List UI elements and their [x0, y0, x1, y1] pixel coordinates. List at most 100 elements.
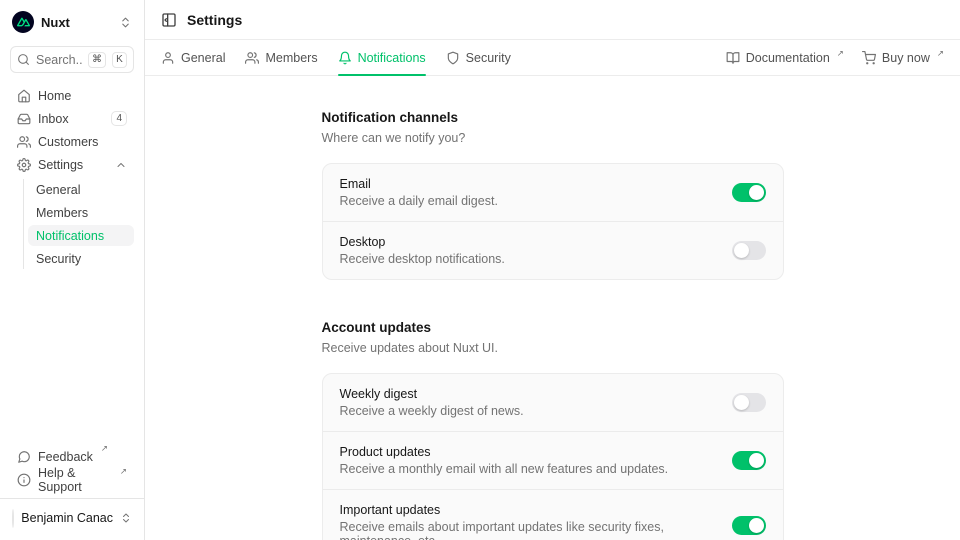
- tab-label: Security: [466, 51, 511, 65]
- page-title: Settings: [187, 12, 242, 28]
- chevrons-up-down-icon: [119, 16, 132, 29]
- tab-security[interactable]: Security: [446, 40, 511, 75]
- shopping-cart-icon: [862, 51, 876, 65]
- user-name: Benjamin Canac: [21, 511, 113, 525]
- settings-tabs: General Members Notifications Security: [161, 40, 511, 75]
- sidebar-item-security[interactable]: Security: [28, 248, 134, 269]
- sidebar-item-help-support[interactable]: Help & Support ↗: [10, 469, 134, 490]
- subnav-label: Security: [36, 252, 81, 266]
- content-scroll-area[interactable]: Notification channels Where can we notif…: [145, 76, 960, 540]
- setting-description: Receive a monthly email with all new fea…: [340, 462, 669, 476]
- workspace-switcher[interactable]: Nuxt: [10, 8, 134, 36]
- setting-description: Receive desktop notifications.: [340, 252, 505, 266]
- link-label: Buy now: [882, 51, 930, 65]
- sidebar-item-general[interactable]: General: [28, 179, 134, 200]
- setting-row-important-updates: Important updates Receive emails about i…: [323, 489, 783, 540]
- panel-left-close-icon: [161, 12, 177, 28]
- external-link-icon: ↗: [837, 49, 844, 58]
- sidebar-item-notifications[interactable]: Notifications: [28, 225, 134, 246]
- search-field[interactable]: [36, 53, 82, 67]
- settings-card: Weekly digest Receive a weekly digest of…: [322, 373, 784, 540]
- toggle-knob: [749, 453, 764, 468]
- toggle-knob: [734, 395, 749, 410]
- sidebar-collapse-button[interactable]: [161, 12, 177, 28]
- sidebar-footer: Feedback ↗ Help & Support ↗: [10, 446, 134, 498]
- sidebar-item-settings[interactable]: Settings: [10, 154, 134, 175]
- desktop-toggle[interactable]: [732, 241, 766, 260]
- gear-icon: [17, 158, 31, 172]
- sidebar-item-label: Help & Support: [38, 466, 112, 494]
- subnav-label: General: [36, 183, 80, 197]
- kbd-meta: ⌘: [88, 52, 106, 68]
- toggle-knob: [749, 518, 764, 533]
- sidebar-item-home[interactable]: Home: [10, 85, 134, 106]
- setting-row-desktop: Desktop Receive desktop notifications.: [323, 221, 783, 279]
- tabs-row: General Members Notifications Security D…: [145, 40, 960, 76]
- subnav-label: Members: [36, 206, 88, 220]
- tab-label: Members: [265, 51, 317, 65]
- important-updates-toggle[interactable]: [732, 516, 766, 535]
- external-link-icon: ↗: [120, 467, 127, 476]
- external-link-icon: ↗: [937, 49, 944, 58]
- buy-now-link[interactable]: Buy now ↗: [862, 51, 944, 65]
- section-description: Where can we notify you?: [322, 131, 784, 145]
- sidebar-item-label: Inbox: [38, 112, 69, 126]
- sidebar-item-customers[interactable]: Customers: [10, 131, 134, 152]
- weekly-digest-toggle[interactable]: [732, 393, 766, 412]
- page-header: Settings: [145, 0, 960, 40]
- users-icon: [17, 135, 31, 149]
- sidebar-item-inbox[interactable]: Inbox 4: [10, 108, 134, 129]
- search-input[interactable]: ⌘ K: [10, 46, 134, 73]
- setting-title: Product updates: [340, 445, 669, 459]
- shield-icon: [446, 51, 460, 65]
- tab-label: General: [181, 51, 225, 65]
- sidebar-item-label: Settings: [38, 158, 83, 172]
- product-updates-toggle[interactable]: [732, 451, 766, 470]
- setting-title: Email: [340, 177, 498, 191]
- setting-title: Desktop: [340, 235, 505, 249]
- workspace-name: Nuxt: [41, 15, 112, 30]
- content-column: Notification channels Where can we notif…: [322, 110, 784, 540]
- sidebar-item-members[interactable]: Members: [28, 202, 134, 223]
- sidebar-user-section: Benjamin Canac: [0, 498, 144, 532]
- book-open-icon: [726, 51, 740, 65]
- inbox-icon: [17, 112, 31, 126]
- inbox-count-badge: 4: [111, 111, 127, 126]
- setting-description: Receive emails about important updates l…: [340, 520, 716, 540]
- link-label: Documentation: [746, 51, 830, 65]
- setting-description: Receive a daily email digest.: [340, 194, 498, 208]
- documentation-link[interactable]: Documentation ↗: [726, 51, 844, 65]
- sidebar-item-label: Feedback: [38, 450, 93, 464]
- settings-card: Email Receive a daily email digest. Desk…: [322, 163, 784, 280]
- nuxt-logo-icon: [12, 11, 34, 33]
- sidebar-nav: Home Inbox 4 Customers Settings General …: [10, 85, 134, 269]
- sidebar: Nuxt ⌘ K Home Inbox 4 Customers Settings: [0, 0, 145, 540]
- avatar: [12, 509, 14, 528]
- tab-notifications[interactable]: Notifications: [338, 40, 426, 75]
- setting-row-weekly-digest: Weekly digest Receive a weekly digest of…: [323, 374, 783, 431]
- setting-description: Receive a weekly digest of news.: [340, 404, 524, 418]
- tab-members[interactable]: Members: [245, 40, 317, 75]
- tab-general[interactable]: General: [161, 40, 225, 75]
- external-link-icon: ↗: [101, 444, 108, 453]
- user-icon: [161, 51, 175, 65]
- tab-label: Notifications: [358, 51, 426, 65]
- setting-row-email: Email Receive a daily email digest.: [323, 164, 783, 221]
- section-title: Account updates: [322, 320, 784, 335]
- toggle-knob: [749, 185, 764, 200]
- search-icon: [17, 53, 30, 66]
- users-icon: [245, 51, 259, 65]
- user-menu[interactable]: Benjamin Canac: [10, 506, 134, 530]
- chevron-up-icon: [115, 159, 127, 171]
- sidebar-item-feedback[interactable]: Feedback ↗: [10, 446, 134, 467]
- settings-subnav: General Members Notifications Security: [23, 179, 134, 269]
- bell-icon: [338, 51, 352, 65]
- sidebar-item-label: Customers: [38, 135, 98, 149]
- home-icon: [17, 89, 31, 103]
- toggle-knob: [734, 243, 749, 258]
- email-toggle[interactable]: [732, 183, 766, 202]
- chat-bubble-icon: [17, 450, 31, 464]
- section-title: Notification channels: [322, 110, 784, 125]
- setting-title: Important updates: [340, 503, 716, 517]
- setting-row-product-updates: Product updates Receive a monthly email …: [323, 431, 783, 489]
